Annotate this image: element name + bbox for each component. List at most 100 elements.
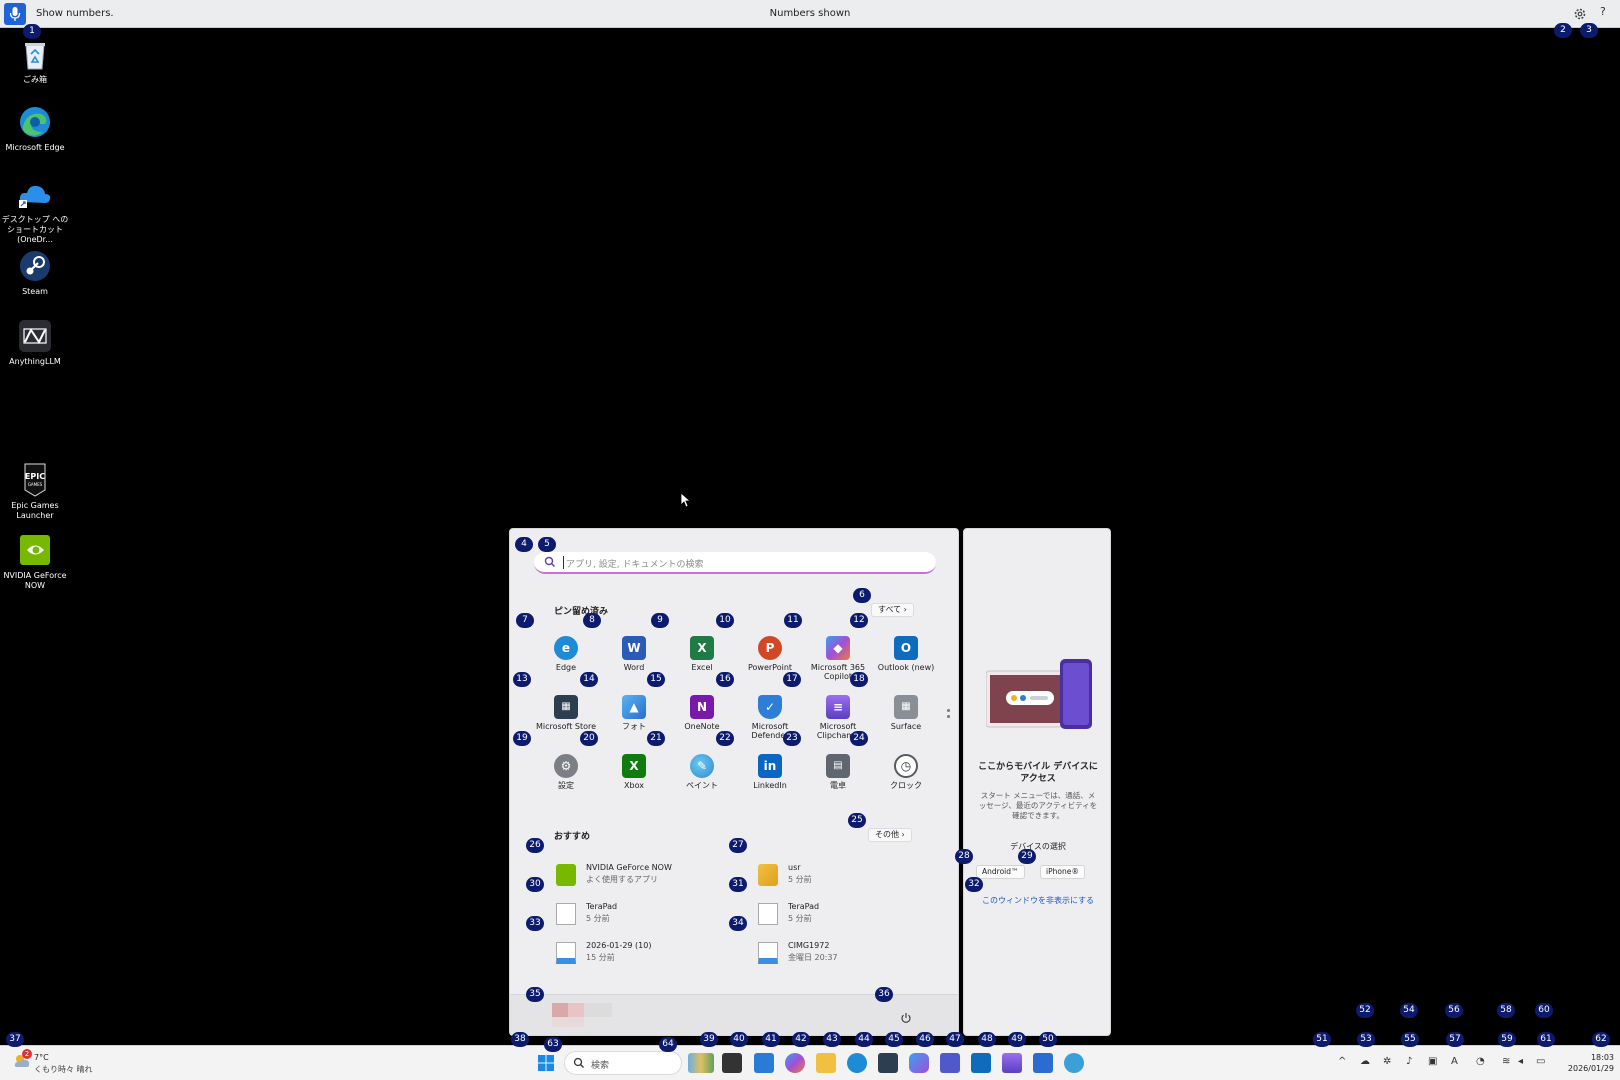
recommended-item[interactable]: NVIDIA GeForce NOW よく使用するアプリ — [556, 860, 736, 890]
number-badge[interactable]: 41 — [762, 1032, 780, 1047]
number-badge[interactable]: 12 — [850, 613, 868, 628]
pinned-app-paint[interactable]: ✎ ペイント — [668, 754, 736, 790]
number-badge[interactable]: 48 — [978, 1032, 996, 1047]
desktop-icon-epic-games[interactable]: EPIC GAMES Epic Games Launcher — [0, 462, 70, 521]
number-badge[interactable]: 36 — [875, 987, 893, 1002]
file-explorer-icon[interactable] — [816, 1053, 836, 1073]
outlook-icon[interactable] — [971, 1053, 991, 1073]
store-icon[interactable] — [878, 1053, 898, 1073]
number-badge[interactable]: 32 — [965, 877, 983, 892]
number-badge[interactable]: 20 — [580, 731, 598, 746]
weather-widget[interactable]: 2 7°C くもり時々 晴れ — [12, 1049, 93, 1075]
number-badge[interactable]: 31 — [729, 877, 747, 892]
taskbar-search-box[interactable]: 検索 — [564, 1051, 682, 1075]
number-badge[interactable]: 30 — [526, 877, 544, 892]
number-badge[interactable]: 5 — [538, 537, 556, 552]
iphone-button[interactable]: iPhone® — [1040, 865, 1085, 879]
desktop-icon-recycle-bin[interactable]: ごみ箱 — [0, 36, 70, 85]
number-badge[interactable]: 43 — [823, 1032, 841, 1047]
pinned-app-photos[interactable]: ▲ フォト — [600, 695, 668, 731]
taskbar-app-icon[interactable] — [754, 1053, 774, 1073]
number-badge[interactable]: 18 — [850, 672, 868, 687]
number-badge[interactable]: 42 — [792, 1032, 810, 1047]
pinned-app-surface[interactable]: ▦ Surface — [872, 695, 940, 731]
pinned-app-calculator[interactable]: ▤ 電卓 — [804, 754, 872, 790]
hide-window-link[interactable]: このウィンドウを非表示にする — [974, 895, 1102, 906]
tray-app-icon[interactable]: ✲ — [1383, 1056, 1391, 1067]
settings-gear-button[interactable] — [1573, 6, 1587, 25]
number-badge[interactable]: 62 — [1592, 1032, 1610, 1047]
desktop-icon-onedrive-shortcut[interactable]: デスクトップ へのショートカット (OneDr... — [0, 176, 70, 245]
number-badge[interactable]: 17 — [783, 672, 801, 687]
pinned-app-excel[interactable]: X Excel — [668, 636, 736, 672]
taskbar-widgets-button[interactable] — [688, 1053, 714, 1073]
number-badge[interactable]: 1 — [23, 24, 41, 39]
taskbar-app-icon[interactable] — [1033, 1053, 1053, 1073]
number-badge[interactable]: 35 — [526, 987, 544, 1002]
number-badge[interactable]: 2 — [1554, 23, 1572, 38]
page-indicator-dots[interactable] — [947, 709, 950, 721]
number-badge[interactable]: 23 — [783, 731, 801, 746]
pinned-app-outlook[interactable]: O Outlook (new) — [872, 636, 940, 672]
clipchamp-icon[interactable] — [1002, 1053, 1022, 1073]
number-badge[interactable]: 52 — [1356, 1003, 1374, 1018]
number-badge[interactable]: 7 — [516, 613, 534, 628]
desktop-icon-edge[interactable]: Microsoft Edge — [0, 104, 70, 153]
pinned-app-linkedin[interactable]: in LinkedIn — [736, 754, 804, 790]
edge-icon[interactable] — [847, 1053, 867, 1073]
number-badge[interactable]: 13 — [513, 672, 531, 687]
number-badge[interactable]: 25 — [848, 813, 866, 828]
pinned-app-settings[interactable]: ⚙ 設定 — [532, 754, 600, 790]
number-badge[interactable]: 45 — [885, 1032, 903, 1047]
number-badge[interactable]: 50 — [1039, 1032, 1057, 1047]
number-badge[interactable]: 56 — [1445, 1003, 1463, 1018]
recommended-item[interactable]: TeraPad 5 分前 — [556, 899, 736, 929]
number-badge[interactable]: 33 — [526, 916, 544, 931]
pinned-app-powerpoint[interactable]: P PowerPoint — [736, 636, 804, 672]
power-button[interactable] — [900, 1009, 912, 1028]
number-badge[interactable]: 46 — [916, 1032, 934, 1047]
pinned-app-clock[interactable]: ◷ クロック — [872, 754, 940, 790]
number-badge[interactable]: 29 — [1018, 849, 1036, 864]
desktop-icon-nvidia[interactable]: NVIDIA GeForce NOW — [0, 532, 70, 591]
pinned-app-xbox[interactable]: X Xbox — [600, 754, 668, 790]
taskbar-app-icon[interactable] — [1064, 1053, 1084, 1073]
number-badge[interactable]: 9 — [651, 613, 669, 628]
number-badge[interactable]: 10 — [716, 613, 734, 628]
number-badge[interactable]: 11 — [784, 613, 802, 628]
number-badge[interactable]: 40 — [730, 1032, 748, 1047]
number-badge[interactable]: 59 — [1498, 1032, 1516, 1047]
tray-app-icon[interactable]: ◔ — [1476, 1056, 1485, 1067]
m365-copilot-icon[interactable] — [909, 1053, 929, 1073]
ime-icon[interactable]: A — [1451, 1056, 1458, 1067]
pinned-app-word[interactable]: W Word — [600, 636, 668, 672]
recommended-item[interactable]: TeraPad 5 分前 — [758, 899, 938, 929]
number-badge[interactable]: 49 — [1008, 1032, 1026, 1047]
help-button[interactable]: ? — [1600, 5, 1606, 18]
number-badge[interactable]: 44 — [855, 1032, 873, 1047]
number-badge[interactable]: 39 — [700, 1032, 718, 1047]
number-badge[interactable]: 8 — [583, 613, 601, 628]
number-badge[interactable]: 3 — [1580, 23, 1598, 38]
volume-icon[interactable]: ◂ — [1518, 1056, 1523, 1067]
number-badge[interactable]: 47 — [946, 1032, 964, 1047]
task-view-icon[interactable] — [722, 1053, 742, 1073]
pinned-app-store[interactable]: ▦ Microsoft Store — [532, 695, 600, 731]
number-badge[interactable]: 60 — [1535, 1003, 1553, 1018]
more-button[interactable]: その他 › — [868, 828, 912, 842]
number-badge[interactable]: 51 — [1313, 1032, 1331, 1047]
number-badge[interactable]: 27 — [729, 838, 747, 853]
user-account-button[interactable] — [552, 1003, 614, 1029]
microphone-icon[interactable]: ♪ — [1406, 1056, 1412, 1067]
battery-icon[interactable]: ▭ — [1536, 1056, 1545, 1067]
number-badge[interactable]: 22 — [716, 731, 734, 746]
number-badge[interactable]: 19 — [513, 731, 531, 746]
recommended-item[interactable]: 2026-01-29 (10) 15 分前 — [556, 938, 736, 968]
copilot-icon[interactable] — [785, 1053, 805, 1073]
number-badge[interactable]: 54 — [1400, 1003, 1418, 1018]
number-badge[interactable]: 14 — [580, 672, 598, 687]
number-badge[interactable]: 21 — [647, 731, 665, 746]
number-badge[interactable]: 15 — [647, 672, 665, 687]
android-button[interactable]: Android™ — [976, 865, 1025, 879]
start-search-box[interactable]: アプリ, 設定, ドキュメントの検索 — [534, 552, 936, 574]
